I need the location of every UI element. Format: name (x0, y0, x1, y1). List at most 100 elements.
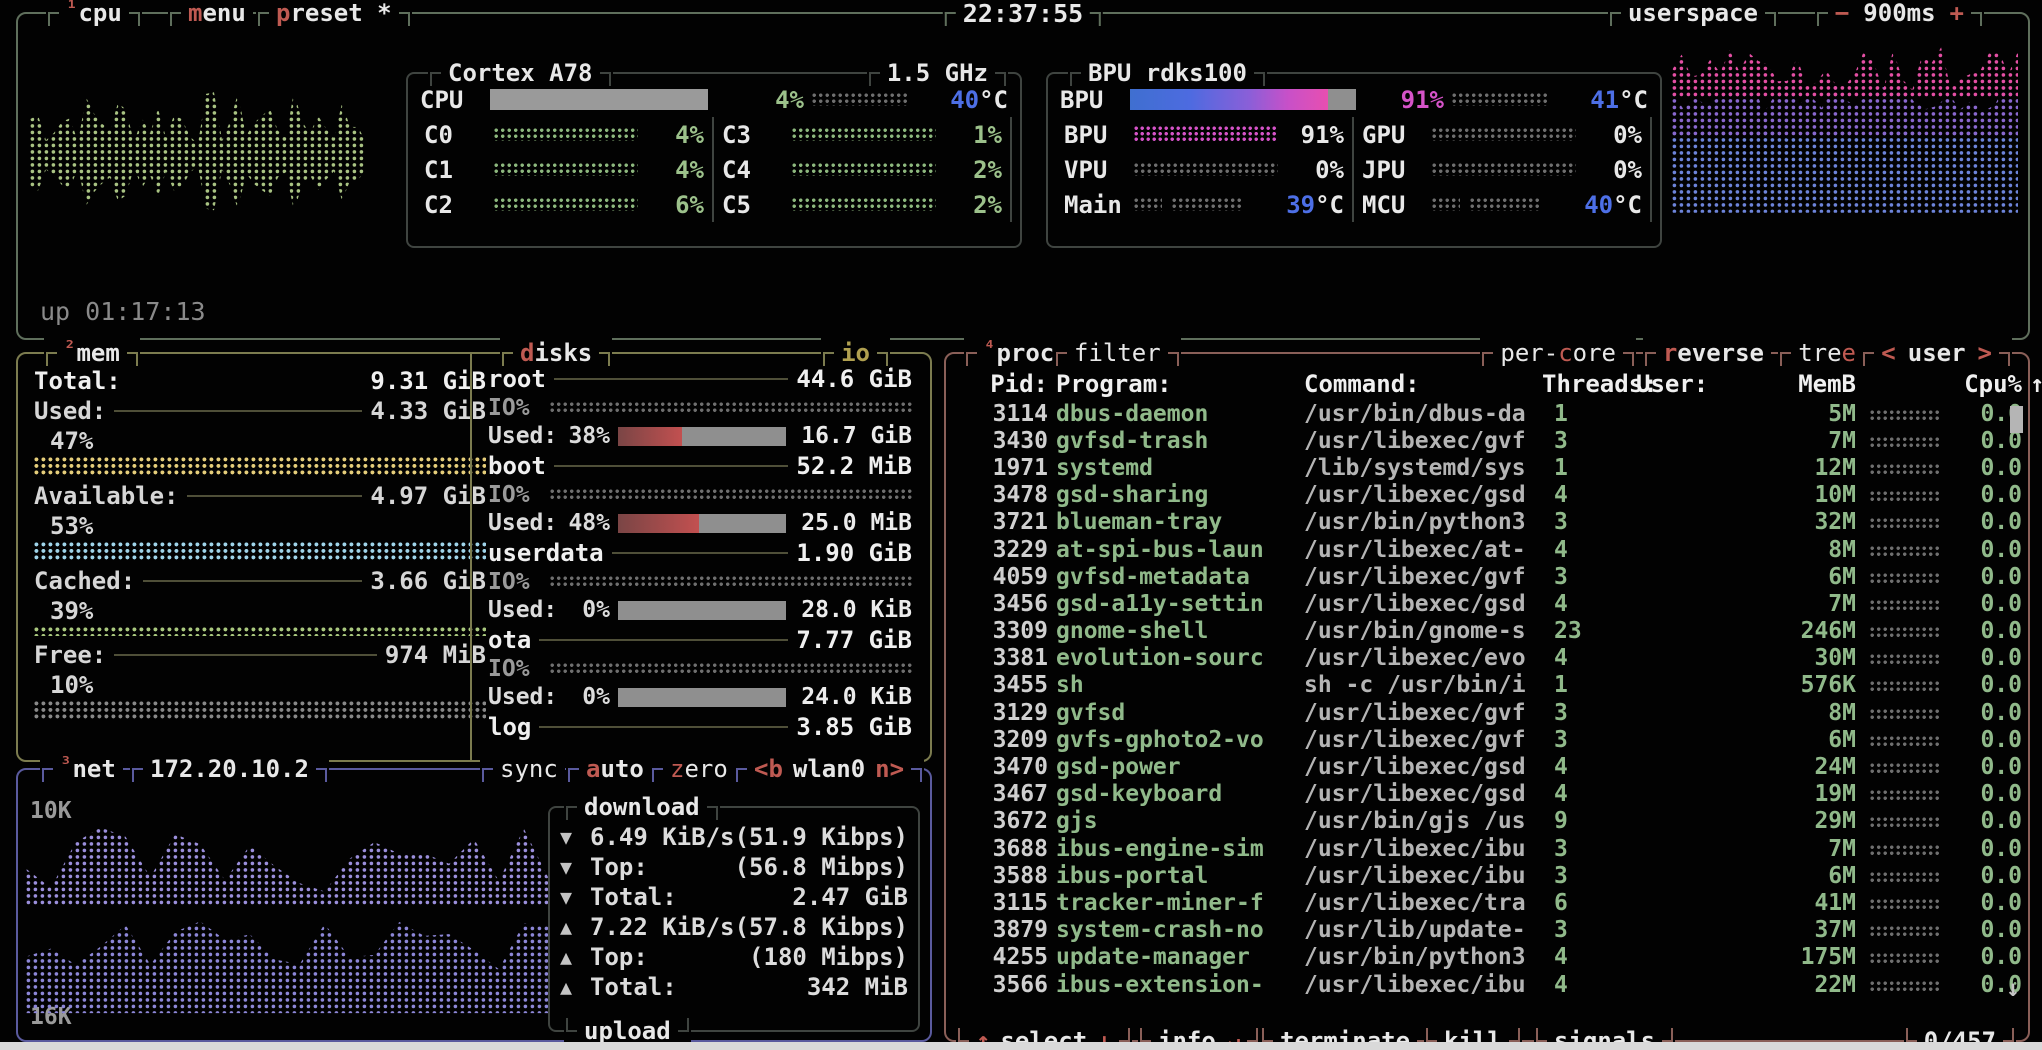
disk-used-percent: 0% (560, 684, 610, 710)
signals-action[interactable]: signals (1534, 1026, 1675, 1042)
mem-cell: 12M (1728, 455, 1856, 481)
cpu-box-title[interactable]: ¹cpu (46, 0, 142, 28)
program-cell: gsd-keyboard (1056, 781, 1296, 807)
table-row[interactable]: 3478 gsd-sharing /usr/libexec/gsd 4 10M … (946, 482, 2028, 509)
table-row[interactable]: 3470 gsd-power /usr/libexec/gsd 4 24M 0.… (946, 753, 2028, 780)
column-cpu[interactable]: Cpu% (1960, 370, 2022, 398)
program-cell: tracker-miner-f (1056, 890, 1296, 916)
pid-cell: 1971 (960, 455, 1048, 481)
column-threads[interactable]: Threads: (1542, 370, 1628, 398)
cpu-history-dots (1870, 437, 1942, 448)
cpu-cell: 0.0 (1960, 781, 2022, 807)
userspace-toggle[interactable]: userspace (1608, 0, 1778, 28)
scrollbar-thumb[interactable] (2010, 406, 2023, 433)
table-row[interactable]: 3209 gvfs-gphoto2-vo /usr/libexec/gvf 3 … (946, 726, 2028, 753)
mem-stats: Total:9.31 GiB Used:4.33 GiB 47% Availab… (18, 354, 500, 760)
cpu-history-dots (1870, 627, 1942, 638)
cpu-cell: 0.0 (1960, 564, 2022, 590)
table-row[interactable]: 3430 gvfsd-trash /usr/libexec/gvf 3 7M 0… (946, 427, 2028, 454)
disks-title[interactable]: disks (500, 338, 612, 368)
menu-button[interactable]: menu (168, 0, 266, 28)
cpu-history-dots (1870, 410, 1942, 421)
command-cell: /usr/libexec/at- (1304, 537, 1534, 563)
net-interface-switcher[interactable]: <b wlan0 n> (734, 754, 924, 784)
disk-used-label: Used: (488, 423, 552, 449)
bpu-unit-row: JPU 0% (1354, 152, 1652, 187)
pid-cell: 3467 (960, 781, 1048, 807)
user-prev-arrow[interactable]: < (1881, 339, 1895, 367)
column-command[interactable]: Command: (1304, 370, 1534, 398)
cpu-cell: 0.0 (1960, 890, 2022, 916)
table-row[interactable]: 3456 gsd-a11y-settin /usr/libexec/gsd 4 … (946, 590, 2028, 617)
pid-cell: 4059 (960, 564, 1048, 590)
table-row[interactable]: 3879 system-crash-no /usr/lib/update- 3 … (946, 917, 2028, 944)
table-row[interactable]: 3467 gsd-keyboard /usr/libexec/gsd 4 19M… (946, 781, 2028, 808)
preset-button[interactable]: preset * (256, 0, 412, 28)
threads-cell: 3 (1542, 863, 1628, 889)
mem-entry-label: Available: (34, 482, 179, 510)
table-row[interactable]: 3129 gvfsd /usr/libexec/gvf 3 8M 0.0 (946, 699, 2028, 726)
reverse-toggle[interactable]: reverse (1643, 338, 1784, 368)
mem-entry-meter (34, 627, 486, 636)
disk-used-label: Used: (488, 684, 552, 710)
threads-cell: 4 (1542, 781, 1628, 807)
interval-decrease-button[interactable]: − (1835, 0, 1849, 27)
info-action[interactable]: info ↵ (1138, 1026, 1260, 1042)
program-cell: gsd-power (1056, 754, 1296, 780)
column-memb[interactable]: MemB (1728, 370, 1856, 398)
mem-cell: 8M (1728, 700, 1856, 726)
proc-box: ⁴proc filter per-core reverse tree < use… (944, 352, 2030, 1042)
column-pid[interactable]: Pid: (960, 370, 1048, 398)
table-row[interactable]: 3721 blueman-tray /usr/bin/python3 3 32M… (946, 509, 2028, 536)
net-next-interface[interactable]: n> (875, 755, 904, 783)
table-row[interactable]: 3115 tracker-miner-f /usr/libexec/tra 6 … (946, 889, 2028, 916)
table-row[interactable]: 3381 evolution-sourc /usr/libexec/evo 4 … (946, 645, 2028, 672)
mem-box-title[interactable]: ²mem (44, 338, 140, 368)
cpu-cell: 0.0 (1960, 591, 2022, 617)
net-stat-row: ▲ Total: 342 MiB (550, 972, 918, 1002)
net-sync-toggle[interactable]: sync (480, 754, 578, 784)
command-cell: /usr/bin/python3 (1304, 509, 1534, 535)
table-row[interactable]: 1971 systemd /lib/systemd/sys 1 12M 0.0 (946, 454, 2028, 481)
cpu-cell: 0.0 (1960, 455, 2022, 481)
interval-increase-button[interactable]: + (1950, 0, 1964, 27)
table-row[interactable]: 3588 ibus-portal /usr/libexec/ibu 3 6M 0… (946, 862, 2028, 889)
net-stat-row: ▼ Total: 2.47 GiB (550, 882, 918, 912)
cpu-history-dots (1870, 763, 1942, 774)
proc-table-body: 3114 dbus-daemon /usr/bin/dbus-da 1 5M 0… (946, 400, 2028, 998)
bpu-unit-row: GPU 0% (1354, 117, 1652, 152)
table-row[interactable]: 3688 ibus-engine-sim /usr/libexec/ibu 3 … (946, 835, 2028, 862)
core-usage-graph (792, 163, 936, 176)
bpu-temp-graph (1452, 93, 1548, 106)
user-next-arrow[interactable]: > (1978, 339, 1992, 367)
mem-entry-value: 3.66 GiB (370, 567, 486, 595)
mem-entry-label: Cached: (34, 567, 135, 595)
user-filter-switcher[interactable]: < user > (1861, 338, 2012, 368)
terminate-action[interactable]: terminate (1260, 1026, 1430, 1042)
table-row[interactable]: 3229 at-spi-bus-laun /usr/libexec/at- 4 … (946, 536, 2028, 563)
net-prev-interface[interactable]: <b (754, 755, 783, 783)
kill-action[interactable]: kill (1424, 1026, 1522, 1042)
table-row[interactable]: 3672 gjs /usr/bin/gjs /us 9 29M 0.0 (946, 808, 2028, 835)
program-cell: ibus-extension- (1056, 972, 1296, 998)
command-cell: /usr/lib/update- (1304, 917, 1534, 943)
pid-cell: 3478 (960, 482, 1048, 508)
per-core-toggle[interactable]: per-core (1480, 338, 1636, 368)
io-mode-toggle[interactable]: io (821, 338, 890, 368)
filter-button[interactable]: filter (1054, 338, 1181, 368)
table-row[interactable]: 3309 gnome-shell /usr/bin/gnome-s 23 246… (946, 618, 2028, 645)
column-user[interactable]: User: (1636, 370, 1720, 398)
table-row[interactable]: 3114 dbus-daemon /usr/bin/dbus-da 1 5M 0… (946, 400, 2028, 427)
table-row[interactable]: 4255 update-manager /usr/bin/python3 4 1… (946, 944, 2028, 971)
table-row[interactable]: 3566 ibus-extension- /usr/libexec/ibu 4 … (946, 971, 2028, 998)
select-action[interactable]: ↑ select ↓ (956, 1026, 1132, 1042)
table-row[interactable]: 3455 sh sh -c /usr/bin/i 1 576K 0.0 (946, 672, 2028, 699)
core-label: C2 (424, 191, 484, 219)
net-box-title[interactable]: ³net (40, 754, 136, 784)
table-row[interactable]: 4059 gvfsd-metadata /usr/libexec/gvf 3 6… (946, 563, 2028, 590)
column-program[interactable]: Program: (1056, 370, 1296, 398)
mem-box: ²mem disks io Total:9.31 GiB Used:4.33 G… (16, 352, 932, 762)
threads-cell: 1 (1542, 401, 1628, 427)
core-grid: C0 4% C3 1% C1 4% (408, 117, 1020, 222)
cpu-history-dots (1870, 926, 1942, 937)
